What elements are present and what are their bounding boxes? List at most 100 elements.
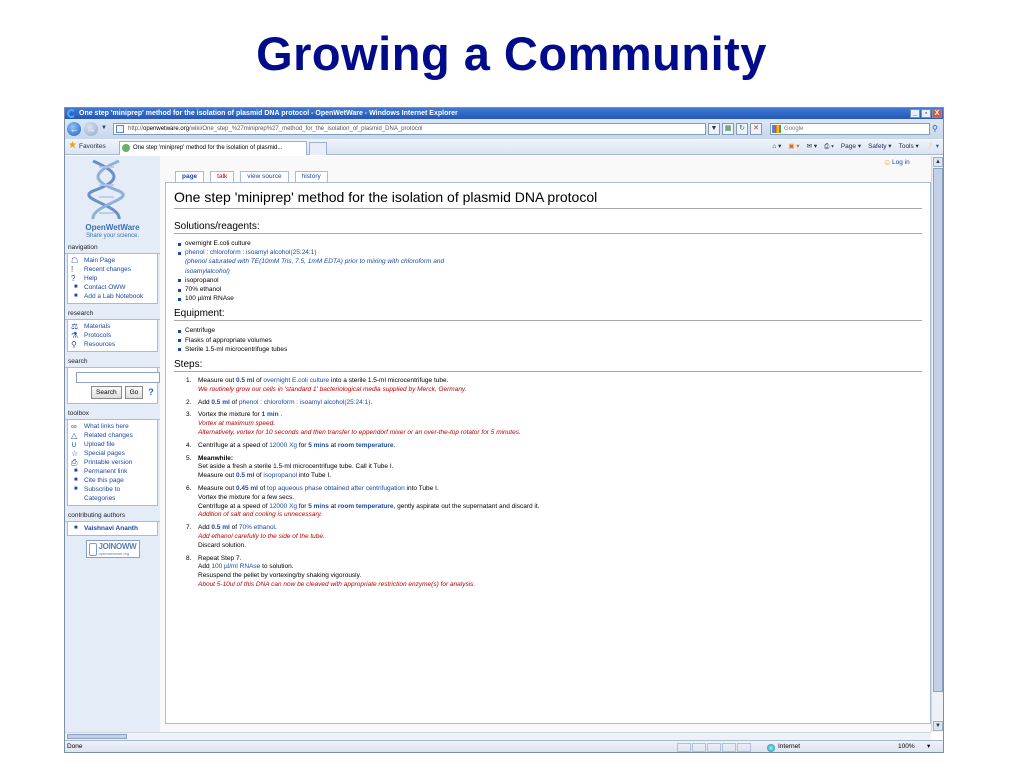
forward-button[interactable]: → [84,122,98,136]
step-value: 0.5 ml [211,524,230,532]
bullet-icon: ■ [74,477,78,483]
step-link[interactable]: isopropanol [263,472,297,479]
tab-view-source[interactable]: view source [240,171,289,182]
sidebar-item-recent-changes[interactable]: ! Recent changes [70,265,157,274]
step-item: 4. Centrifuge at a speed of 12000 Xg for… [180,442,922,451]
page-menu[interactable]: Page ▾ [841,142,861,152]
sidebar-item-permanent-link[interactable]: ■ Permanent link [70,467,157,476]
home-icon[interactable]: ⌂ ▾ [772,142,781,152]
refresh-icon[interactable]: ↻ [736,123,748,135]
sidebar-item-label: Protocols [84,332,112,339]
step-value: 0.5 ml [235,377,255,385]
stop-icon[interactable]: ✕ [750,123,762,135]
site-logo[interactable]: OpenWetWare Share your science. [65,156,160,242]
new-tab-button[interactable] [309,142,327,155]
search-portlet: Search Go ? [67,368,160,404]
solutions-list: overnight E.coli culture phenol : chloro… [178,239,922,303]
sidebar-item-contact[interactable]: ■ Contact OWW [70,283,157,292]
search-input[interactable]: Google [770,123,930,135]
go-button[interactable]: Go [124,386,144,399]
safety-menu[interactable]: Safety ▾ [868,142,892,152]
step-value: room temperature [337,502,394,510]
author-link[interactable]: ■ Vaishnavi Ananth [70,524,157,533]
tab-history[interactable]: history [294,171,328,182]
tab-title: One step 'miniprep' method for the isola… [133,145,283,151]
step-text: into Tube I. [297,472,331,480]
search-icon[interactable]: ⚲ [932,123,943,135]
history-dropdown-icon[interactable]: ▼ [101,125,107,131]
step-value: 0.45 ml [235,485,258,492]
sidebar-item-what-links-here[interactable]: ∞ What links here [70,422,157,431]
step-link[interactable]: top aqueous phase obtained after centrif… [267,485,405,492]
list-item: Centrifuge [178,326,922,335]
step-link[interactable]: 12000 Xg [269,503,297,510]
mail-icon[interactable]: ✉ ▾ [807,142,818,152]
zoom-dropdown-icon[interactable]: ▾ [927,741,930,752]
sidebar-item-categories[interactable]: Categories [70,494,157,503]
step-text: of [257,485,268,492]
step-link[interactable]: 70% ethanol [239,524,275,531]
sidebar-item-printable[interactable]: ⎙ Printable version [70,458,157,467]
step-text: . [393,441,396,449]
scroll-thumb[interactable] [933,168,943,692]
join-label: JOINOWW [98,542,137,551]
question-icon: ? [71,274,76,283]
step-link[interactable]: phenol : chloroform : isoamyl alcohol(25… [239,399,371,406]
tools-menu[interactable]: Tools ▾ [899,142,919,152]
step-link[interactable]: 100 µl/ml RNAse [211,563,260,570]
scroll-down-icon[interactable]: ▼ [933,721,943,731]
reagent-link[interactable]: phenol : chloroform : isoamyl alcohol(25… [185,249,317,256]
back-button[interactable]: ← [67,122,81,136]
step-text: Resuspend the pellet by vortexing/by sha… [198,572,362,580]
sidebar-item-subscribe[interactable]: ■ Subscribe to [70,485,157,494]
help-icon[interactable]: ❔ ▾ [926,142,939,152]
hscroll-thumb[interactable] [67,734,127,739]
join-oww-badge[interactable]: JOINOWW openwetware.org [85,540,140,558]
feeds-icon[interactable]: ▣ ▾ [788,142,799,152]
status-cell [722,743,736,752]
step-text: Measure out [198,377,236,385]
page-tabs: page talk view source history [175,171,328,182]
print-icon[interactable]: ⎙ ▾ [824,142,834,152]
scroll-up-icon[interactable]: ▲ [933,157,943,167]
sidebar-item-related-changes[interactable]: △ Related changes [70,431,157,440]
sidebar-item-cite[interactable]: ■ Cite this page [70,476,157,485]
sidebar-item-label: Printable version [84,459,133,466]
horizontal-scrollbar[interactable] [65,732,931,740]
step-text: Set aside a fresh a sterile 1.5-ml micro… [198,463,394,471]
search-button[interactable]: Search [91,386,122,399]
address-dropdown-icon[interactable]: ▼ [708,123,720,135]
step-text: at [328,441,338,449]
wiki-search-input[interactable] [76,372,160,383]
nav-heading: navigation [65,242,160,254]
compatibility-icon[interactable]: ▦ [722,123,734,135]
step-number: 1. [186,377,192,385]
sidebar-item-protocols[interactable]: ⚗ Protocols [70,331,157,340]
sidebar-item-label: Related changes [84,432,133,439]
sidebar-item-special-pages[interactable]: ☆ Special pages [70,449,157,458]
tab-talk[interactable]: talk [210,171,235,182]
step-link[interactable]: overnight E.coli culture [263,377,329,384]
sidebar-item-resources[interactable]: ⚲ Resources [70,340,157,349]
favorites-button[interactable]: ★ Favorites [68,140,106,152]
sidebar-item-add-notebook[interactable]: ■ Add a Lab Notebook [70,292,157,301]
security-zone[interactable]: Internet [767,741,800,752]
step-link[interactable]: 12000 Xg [269,442,297,449]
sidebar-item-upload-file[interactable]: ∪ Upload file [70,440,157,449]
sidebar-item-label: Recent changes [84,266,131,273]
list-item: 70% ethanol [178,285,922,294]
address-input[interactable]: http://openwetware.org/wiki/One_step_%27… [113,123,706,135]
tab-page[interactable]: page [175,171,205,182]
sidebar-item-materials[interactable]: ⚖ Materials [70,322,157,331]
sidebar-item-main-page[interactable]: ☖ Main Page [70,256,157,265]
close-button[interactable]: X [932,109,942,118]
login-link[interactable]: Log in [883,158,910,167]
zoom-level[interactable]: 100% [898,741,915,752]
star-icon: ★ [68,140,77,151]
minimize-button[interactable]: _ [910,109,920,118]
search-help-icon[interactable]: ? [148,388,154,397]
browser-tab[interactable]: One step 'miniprep' method for the isola… [119,141,307,155]
sidebar-item-help[interactable]: ? Help [70,274,157,283]
maximize-button[interactable]: ▫ [921,109,931,118]
vertical-scrollbar[interactable]: ▲ ▼ [931,156,943,732]
